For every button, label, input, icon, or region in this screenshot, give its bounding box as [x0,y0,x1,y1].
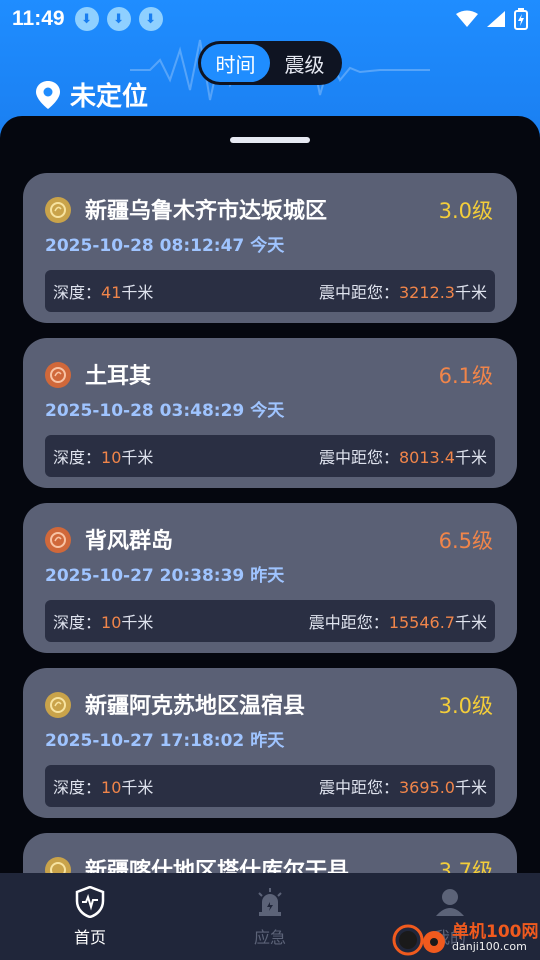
depth-value: 41 [101,283,122,302]
earthquake-card[interactable]: 土耳其 6.1级 2025-10-28 03:48:29 今天 深度：10千米 震… [23,338,517,488]
nav-label: 首页 [73,927,106,947]
watermark-text: 单机100网 danji100.com [452,921,539,954]
download-icon: ⬇ [106,7,131,31]
distance-unit: 千米 [454,613,487,632]
depth-label: 深度： [53,778,102,797]
signal-icon [487,11,505,27]
depth-unit: 千米 [121,778,154,797]
distance-value: 3212.3 [399,283,455,302]
earthquake-datetime: 2025-10-28 03:48:29 今天 [45,396,284,421]
status-bar: 11:49 ⬇ ⬇ ⬇ [0,0,540,38]
magnitude-badge-icon [45,197,71,223]
distance-unit: 千米 [454,448,487,467]
watermark: 单机100网 danji100.com [388,916,540,960]
earthquake-place: 背风群岛 [85,529,174,554]
drag-handle[interactable] [230,137,310,143]
relative-day: 今天 [250,236,285,256]
datetime-value: 2025-10-28 03:48:29 [45,401,245,421]
magnitude-badge-icon [45,857,71,873]
earthquake-info-bar: 深度：41千米 震中距您：3212.3千米 [45,270,495,312]
earthquake-info-bar: 深度：10千米 震中距您：8013.4千米 [45,435,495,477]
earthquake-card[interactable]: 新疆喀什地区塔什库尔干县 3.7级 [23,833,517,873]
system-icons [456,8,528,30]
depth-label: 深度： [53,613,102,632]
magnitude-badge-icon [45,527,71,553]
siren-icon [258,887,282,916]
datetime-value: 2025-10-28 08:12:47 [45,236,245,256]
depth-unit: 千米 [121,448,154,467]
earthquake-info-bar: 深度：10千米 震中距您：3695.0千米 [45,765,495,807]
battery-icon [514,8,528,30]
depth-label: 深度： [53,283,102,302]
earthquake-place: 新疆阿克苏地区温宿县 [85,694,306,719]
location-label: 未定位 [70,82,149,112]
relative-day: 昨天 [250,731,285,751]
distance: 震中距您：15546.7千米 [309,609,487,633]
download-icon: ⬇ [74,7,99,31]
depth: 深度：41千米 [53,279,153,303]
relative-day: 昨天 [250,566,285,586]
depth: 深度：10千米 [53,609,153,633]
depth: 深度：10千米 [53,444,153,468]
location-selector[interactable]: 未定位 [36,76,148,113]
distance-label: 震中距您： [308,613,389,632]
earthquake-card[interactable]: 新疆阿克苏地区温宿县 3.0级 2025-10-27 17:18:02 昨天 深度… [23,668,517,818]
distance-value: 8013.4 [399,448,455,467]
distance-label: 震中距您： [318,283,399,302]
depth-value: 10 [101,613,122,632]
earthquake-place: 土耳其 [85,364,152,389]
status-time: 11:49 [12,7,65,30]
datetime-value: 2025-10-27 20:38:39 [45,566,245,586]
earthquake-magnitude: 3.7级 [438,859,493,873]
location-pin-icon [36,80,60,109]
distance-label: 震中距您： [318,778,399,797]
wifi-icon [456,10,478,27]
distance: 震中距您：3695.0千米 [319,774,487,798]
earthquake-card[interactable]: 新疆乌鲁木齐市达坂城区 3.0级 2025-10-28 08:12:47 今天 深… [23,173,517,323]
user-icon [436,888,464,916]
earthquake-datetime: 2025-10-27 20:38:39 昨天 [45,561,284,586]
download-icon: ⬇ [138,7,163,31]
magnitude-badge-icon [45,362,71,388]
watermark-title: 单机100网 [452,921,539,942]
datetime-value: 2025-10-27 17:18:02 [45,731,245,751]
depth-unit: 千米 [121,283,154,302]
shield-pulse-icon [75,885,105,918]
earthquake-place: 新疆喀什地区塔什库尔干县 [85,859,350,873]
toggle-time[interactable]: 时间 [201,44,270,82]
depth: 深度：10千米 [53,774,153,798]
earthquake-magnitude: 6.1级 [438,364,493,388]
distance: 震中距您：8013.4千米 [319,444,487,468]
magnitude-badge-icon [45,692,71,718]
earthquake-datetime: 2025-10-28 08:12:47 今天 [45,231,284,256]
watermark-logo-icon [392,924,445,956]
nav-item-emergency[interactable]: 应急 [180,873,360,960]
earthquake-magnitude: 3.0级 [438,199,493,223]
distance-value: 15546.7 [388,613,455,632]
distance-unit: 千米 [454,283,487,302]
distance-label: 震中距您： [318,448,399,467]
distance-value: 3695.0 [399,778,455,797]
sort-toggle: 时间 震级 [198,41,342,85]
toggle-magnitude[interactable]: 震级 [270,44,339,82]
nav-item-home[interactable]: 首页 [0,873,180,960]
depth-value: 10 [101,778,122,797]
earthquake-datetime: 2025-10-27 17:18:02 昨天 [45,726,284,751]
earthquake-magnitude: 6.5级 [438,529,493,553]
nav-label: 应急 [253,927,286,947]
depth-label: 深度： [53,448,102,467]
distance: 震中距您：3212.3千米 [319,279,487,303]
earthquake-place: 新疆乌鲁木齐市达坂城区 [85,199,328,224]
relative-day: 今天 [250,401,285,421]
earthquake-card[interactable]: 背风群岛 6.5级 2025-10-27 20:38:39 昨天 深度：10千米 … [23,503,517,653]
watermark-url: danji100.com [452,940,527,954]
depth-unit: 千米 [121,613,154,632]
depth-value: 10 [101,448,122,467]
earthquake-magnitude: 3.0级 [438,694,493,718]
distance-unit: 千米 [454,778,487,797]
earthquake-info-bar: 深度：10千米 震中距您：15546.7千米 [45,600,495,642]
